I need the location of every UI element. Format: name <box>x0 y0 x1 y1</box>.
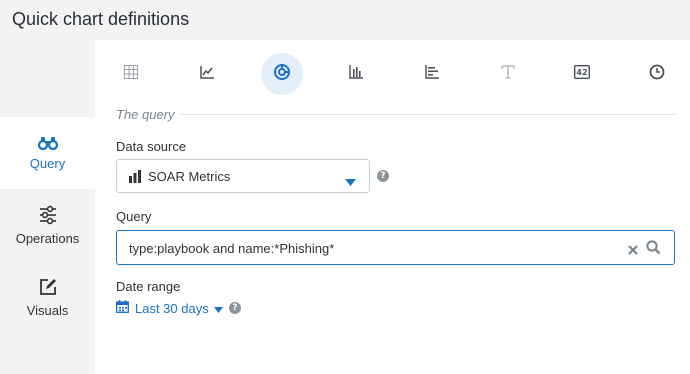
sidebar-item-label: Query <box>29 155 66 171</box>
chart-type-table[interactable] <box>110 53 152 95</box>
data-source-value: SOAR Metrics <box>148 169 231 184</box>
sidebar-item-visuals[interactable]: Visuals <box>0 261 95 333</box>
sidebar-item-operations[interactable]: Operations <box>0 189 95 261</box>
sidebar: Query Operations Visuals <box>0 40 95 374</box>
chevron-down-icon <box>213 301 223 316</box>
clock-icon <box>649 64 665 85</box>
bar-chart-icon <box>349 64 363 84</box>
sidebar-item-query[interactable]: Query <box>0 117 95 189</box>
text-icon <box>501 64 515 84</box>
help-icon[interactable]: ? <box>377 170 389 182</box>
search-icon[interactable] <box>646 240 661 260</box>
section-divider <box>180 114 677 115</box>
calendar-icon <box>116 300 129 316</box>
chart-type-clock[interactable] <box>636 53 678 95</box>
query-label: Query <box>116 209 152 224</box>
table-icon <box>124 64 138 84</box>
number-icon: 42 <box>573 64 591 84</box>
date-range-picker[interactable]: Last 30 days <box>116 300 223 316</box>
chart-type-line[interactable] <box>186 53 228 95</box>
svg-text:42: 42 <box>576 68 587 77</box>
data-source-select[interactable]: SOAR Metrics <box>116 159 370 193</box>
chart-type-horizontal-bar[interactable] <box>411 53 453 95</box>
page-title: Quick chart definitions <box>12 9 190 29</box>
chart-type-number[interactable]: 42 <box>561 53 603 95</box>
chart-type-bar: 42 <box>95 40 690 108</box>
chart-type-text[interactable] <box>487 53 529 95</box>
close-icon[interactable] <box>628 242 638 260</box>
binoculars-icon <box>37 136 58 150</box>
chart-type-bar[interactable] <box>335 53 377 95</box>
chart-type-donut[interactable] <box>261 53 303 95</box>
donut-chart-icon <box>273 63 291 86</box>
bar-chart-icon <box>129 170 143 188</box>
section-title: The query <box>116 107 175 122</box>
query-field <box>116 230 675 265</box>
chevron-down-icon <box>345 173 356 191</box>
sidebar-item-label: Operations <box>15 230 80 246</box>
data-source-label: Data source <box>116 139 187 154</box>
edit-icon <box>38 277 58 297</box>
date-range-label: Date range <box>116 279 181 294</box>
sidebar-item-label: Visuals <box>26 302 69 318</box>
date-range-value: Last 30 days <box>135 300 209 316</box>
horizontal-bar-chart-icon <box>425 64 439 84</box>
sliders-icon <box>38 205 58 225</box>
help-icon[interactable]: ? <box>229 302 241 314</box>
header: Quick chart definitions <box>0 0 690 40</box>
query-input[interactable] <box>129 239 619 257</box>
line-chart-icon <box>199 65 215 84</box>
